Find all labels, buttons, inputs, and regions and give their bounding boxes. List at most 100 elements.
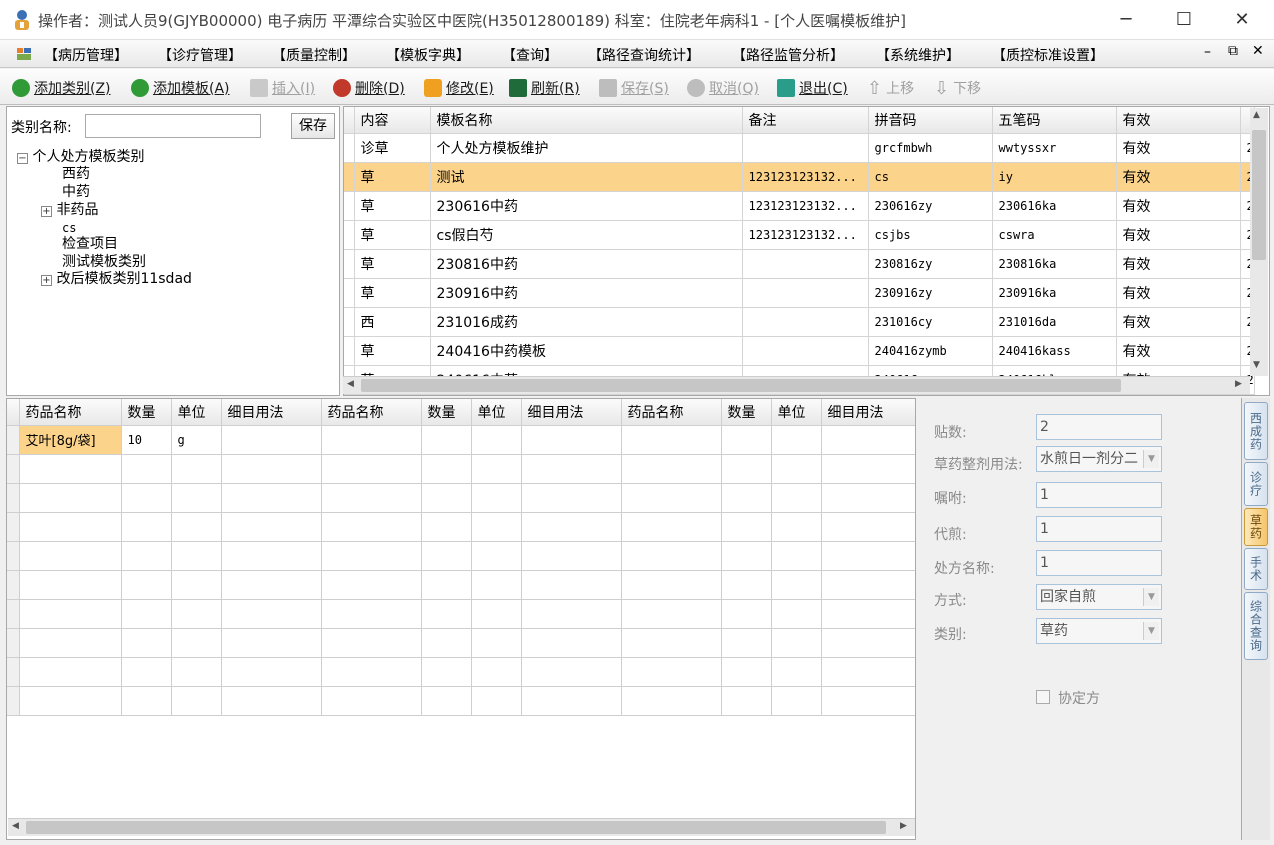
detail-row[interactable] — [7, 628, 915, 658]
detail-cell[interactable] — [821, 541, 915, 571]
detail-cell[interactable]: 10 — [121, 425, 172, 455]
detail-cell[interactable] — [821, 628, 915, 658]
detail-cell[interactable] — [771, 599, 822, 629]
detail-cell[interactable] — [221, 686, 322, 716]
detail-row[interactable] — [7, 541, 915, 571]
cell-type[interactable]: 草 — [354, 191, 431, 221]
detail-cell[interactable] — [621, 628, 722, 658]
cell-name[interactable]: 测试 — [430, 162, 743, 192]
cell-name[interactable]: 230616中药 — [430, 191, 743, 221]
template-row[interactable]: 草 230616中药 123123123132... 230616zy 230616ka… — [344, 191, 1255, 221]
scroll-thumb[interactable] — [1252, 130, 1266, 260]
detail-cell[interactable] — [121, 512, 172, 542]
detail-cell[interactable] — [721, 425, 772, 455]
move-down-button[interactable]: ⇩ 下移 — [934, 77, 981, 99]
detail-cell[interactable] — [521, 541, 622, 571]
cell-valid[interactable]: 有效 — [1116, 249, 1241, 279]
detail-cell[interactable] — [7, 541, 20, 571]
col-header[interactable]: 五笔码 — [992, 107, 1117, 134]
save-button[interactable]: 保存(S) — [599, 77, 669, 99]
detail-cell[interactable] — [721, 483, 772, 513]
detail-row[interactable] — [7, 657, 915, 687]
col-header[interactable]: 内容 — [354, 107, 431, 134]
detail-cell[interactable] — [7, 570, 20, 600]
detail-cell[interactable] — [221, 454, 322, 484]
row-indicator[interactable] — [344, 220, 355, 250]
cell-name[interactable]: 231016成药 — [430, 307, 743, 337]
rx-name-input[interactable]: 1 — [1036, 550, 1162, 576]
chevron-down-icon[interactable]: ▼ — [1143, 450, 1159, 468]
cell-name[interactable]: 个人处方模板维护 — [430, 133, 743, 163]
collapse-icon[interactable]: − — [17, 153, 28, 164]
template-row[interactable]: 西231016成药231016cy231016da有效2 — [344, 307, 1255, 337]
tab-herbal[interactable]: 草药 — [1244, 508, 1268, 546]
template-row[interactable]: 草cs假白芍123123123132...csjbscswra有效2 — [344, 220, 1255, 250]
detail-cell[interactable] — [171, 512, 222, 542]
detail-cell[interactable] — [771, 425, 822, 455]
tab-surgery[interactable]: 手术 — [1244, 548, 1268, 590]
detail-cell[interactable] — [7, 657, 20, 687]
detail-col-header[interactable]: 单位 — [771, 399, 822, 426]
tree-root[interactable]: − 个人处方模板类别 — [17, 149, 144, 166]
detail-cell[interactable] — [521, 686, 622, 716]
detail-cell[interactable] — [221, 570, 322, 600]
tab-diagnosis[interactable]: 诊疗 — [1244, 462, 1268, 506]
tree-item[interactable]: 中药 — [62, 184, 90, 201]
cell-valid[interactable]: 有效 — [1116, 336, 1241, 366]
detail-cell[interactable] — [171, 570, 222, 600]
mdi-icon[interactable] — [16, 46, 32, 62]
tie-count-input[interactable]: 2 — [1036, 414, 1162, 440]
cell-type[interactable]: 草 — [354, 278, 431, 308]
detail-row[interactable] — [7, 570, 915, 600]
refresh-button[interactable]: 刷新(R) — [509, 77, 580, 99]
cell-pinyin[interactable]: csjbs — [868, 220, 993, 250]
method-select[interactable]: 水煎日一剂分二 ▼ — [1036, 446, 1162, 472]
tree-item[interactable]: 测试模板类别 — [62, 254, 146, 271]
add-category-button[interactable]: 添加类别(Z) — [12, 77, 111, 99]
detail-cell[interactable] — [421, 570, 472, 600]
row-indicator[interactable] — [344, 336, 355, 366]
detail-cell[interactable] — [521, 570, 622, 600]
detail-cell[interactable] — [771, 512, 822, 542]
detail-cell[interactable] — [771, 541, 822, 571]
detail-cell[interactable] — [121, 541, 172, 571]
cell-type[interactable]: 草 — [354, 220, 431, 250]
cell-note[interactable] — [742, 336, 869, 366]
cell-note[interactable]: 123123123132... — [742, 162, 869, 192]
detail-cell[interactable] — [471, 686, 522, 716]
agreement-checkbox[interactable] — [1036, 690, 1050, 704]
move-up-button[interactable]: ⇧ 上移 — [867, 77, 914, 99]
tree-item[interactable]: + 改后模板类别11sdad — [41, 271, 192, 288]
detail-cell[interactable] — [19, 570, 122, 600]
cell-name[interactable]: cs假白芍 — [430, 220, 743, 250]
menu-qc-standard[interactable]: 【质控标准设置】 — [992, 45, 1104, 65]
row-indicator[interactable] — [344, 133, 355, 163]
vertical-scrollbar[interactable]: ▲ ▼ — [1250, 108, 1268, 376]
detail-cell[interactable] — [821, 512, 915, 542]
detail-cell[interactable] — [19, 599, 122, 629]
detail-cell[interactable] — [321, 425, 422, 455]
detail-cell[interactable] — [221, 425, 322, 455]
chevron-down-icon[interactable]: ▼ — [1143, 622, 1159, 640]
cell-valid[interactable]: 有效 — [1116, 191, 1241, 221]
delete-button[interactable]: 删除(D) — [333, 77, 405, 99]
detail-col-header[interactable]: 药品名称 — [19, 399, 122, 426]
detail-cell[interactable] — [771, 483, 822, 513]
detail-cell[interactable] — [521, 483, 622, 513]
detail-cell[interactable] — [421, 483, 472, 513]
detail-cell[interactable] — [471, 454, 522, 484]
detail-cell[interactable] — [421, 628, 472, 658]
detail-cell[interactable] — [421, 541, 472, 571]
template-row[interactable]: 草230816中药230816zy230816ka有效2 — [344, 249, 1255, 279]
cell-note[interactable] — [742, 307, 869, 337]
cell-name[interactable]: 230916中药 — [430, 278, 743, 308]
template-row[interactable]: 诊草个人处方模板维护grcfmbwhwwtyssxr有效2 — [344, 133, 1255, 163]
template-row[interactable]: 草230916中药230916zy230916ka有效2 — [344, 278, 1255, 308]
detail-cell[interactable]: g — [171, 425, 222, 455]
cell-wubi[interactable]: 240416kass — [992, 336, 1117, 366]
detail-cell[interactable] — [471, 425, 522, 455]
detail-cell[interactable] — [771, 454, 822, 484]
scroll-thumb[interactable] — [361, 379, 1121, 392]
detail-cell[interactable] — [771, 686, 822, 716]
detail-cell[interactable] — [7, 686, 20, 716]
